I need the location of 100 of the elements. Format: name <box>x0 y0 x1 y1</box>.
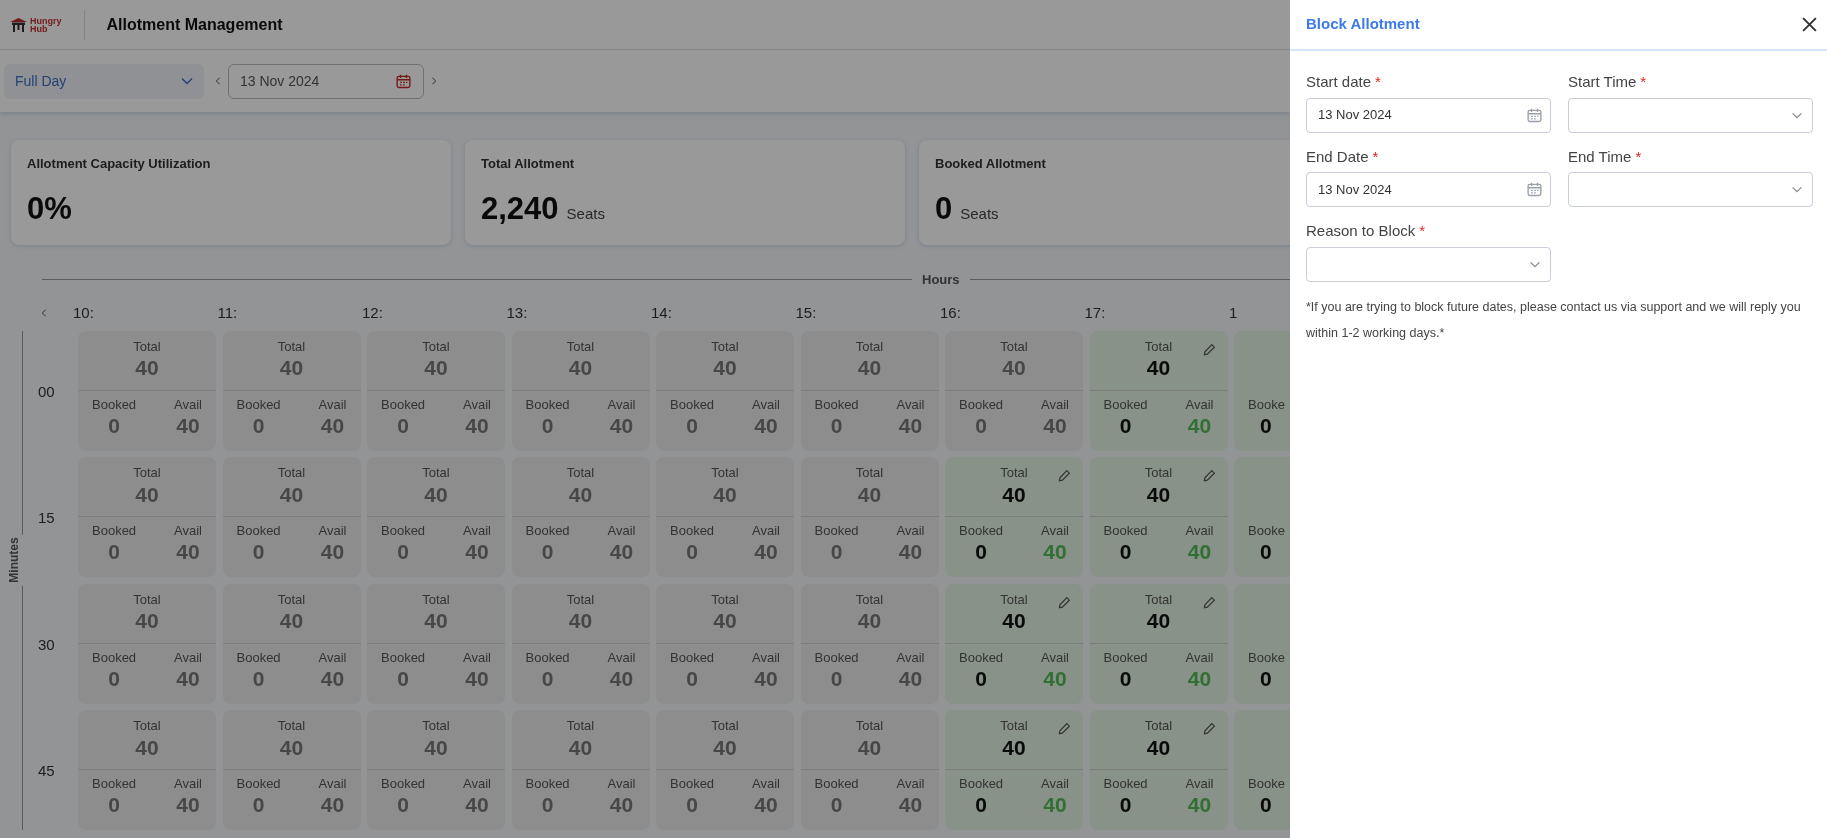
available-label: Avail <box>896 649 925 666</box>
available-count: 40 <box>754 412 778 439</box>
total-count: 40 <box>713 608 737 634</box>
field-label: Reason to Block <box>1306 221 1416 241</box>
slot-card[interactable]: Total 40 Booked 0 Avail 40 <box>945 457 1083 577</box>
total-label: Total <box>133 338 161 355</box>
slot-card[interactable]: Total 40 Booked 0 Avail 40 <box>367 583 505 704</box>
slot-card[interactable]: Total 40 Booked 0 Avail 40 <box>656 583 794 704</box>
total-label: Total <box>277 338 306 355</box>
total-label: Total <box>277 718 306 735</box>
available-count: 40 <box>176 665 200 692</box>
pencil-icon[interactable] <box>1058 722 1071 735</box>
select-field[interactable] <box>1568 172 1813 207</box>
close-icon[interactable] <box>1802 17 1817 32</box>
total-label: Total <box>1000 465 1028 482</box>
required-mark: * <box>1419 221 1426 241</box>
booked-count: 0 <box>108 412 120 439</box>
required-mark: * <box>1635 146 1642 167</box>
slot-card[interactable]: Total 40 Booked 0 Avail 40 <box>1089 583 1228 704</box>
chevron-down-icon <box>1791 186 1803 193</box>
slot-card[interactable]: Total 40 Booked 0 Avail 40 <box>800 583 939 704</box>
booked-label: Booked <box>1103 776 1148 793</box>
select-field[interactable] <box>1568 97 1813 133</box>
logo-icon <box>10 17 27 32</box>
slot-card[interactable]: Total 40 Booked 0 Avail 40 <box>78 710 216 830</box>
field-label: End Date <box>1306 146 1369 167</box>
slot-card[interactable]: Total 40 Booked 0 Avail 40 <box>367 710 505 830</box>
date-field[interactable]: 13 Nov 2024 <box>1306 97 1551 133</box>
slot-card[interactable]: Booke 0 <box>1234 583 1290 704</box>
date-field[interactable]: 13 Nov 2024 <box>228 63 424 99</box>
slot-card[interactable]: Total 40 Booked 0 Avail 40 <box>656 710 794 830</box>
logo-text: Hub <box>30 25 48 33</box>
booked-count: 0 <box>397 792 409 819</box>
dim-overlay[interactable] <box>0 0 1290 838</box>
available-count: 40 <box>898 539 923 566</box>
booked-count: 0 <box>108 539 120 566</box>
slot-card[interactable]: Total 40 Booked 0 Avail 40 <box>222 710 361 830</box>
calendar-icon <box>395 72 412 90</box>
available-count: 40 <box>320 412 345 439</box>
slot-card[interactable]: Total 40 Booked 0 Avail 40 <box>1089 710 1228 830</box>
total-label: Total <box>133 718 161 735</box>
slot-card[interactable]: Total 40 Booked 0 Avail 40 <box>78 457 216 577</box>
total-count: 40 <box>424 608 448 634</box>
available-count: 40 <box>754 665 778 692</box>
available-count: 40 <box>1187 665 1212 692</box>
period-dropdown[interactable]: Full Day <box>4 63 204 99</box>
pencil-icon[interactable] <box>1058 469 1071 482</box>
booked-label: Booked <box>670 396 715 413</box>
pencil-icon[interactable] <box>1202 595 1216 609</box>
available-label: Avail <box>1041 396 1069 413</box>
pencil-icon[interactable] <box>1202 469 1216 482</box>
slot-card[interactable]: Total 40 Booked 0 Avail 40 <box>222 457 361 577</box>
required-mark: * <box>1375 72 1381 92</box>
slot-card[interactable]: Total 40 Booked 0 Avail 40 <box>656 457 794 577</box>
available-label: Avail <box>463 649 491 666</box>
slot-card[interactable]: Total 40 Booked 0 Avail 40 <box>800 710 939 830</box>
slot-card[interactable]: Total 40 Booked 0 Avail 40 <box>945 710 1083 830</box>
slot-card[interactable]: Booke 0 <box>1234 330 1290 451</box>
slot-card[interactable]: Total 40 Booked 0 Avail 40 <box>511 583 650 704</box>
pencil-icon[interactable] <box>1058 595 1071 609</box>
slot-card[interactable]: Total 40 Booked 0 Avail 40 <box>1089 330 1228 451</box>
slot-card[interactable]: Total 40 Booked 0 Avail 40 <box>800 330 939 451</box>
booked-count: 0 <box>397 665 409 692</box>
booked-count: 0 <box>252 665 265 692</box>
date-field[interactable]: 13 Nov 2024 <box>1306 172 1551 207</box>
booked-label: Booked <box>814 396 859 413</box>
slot-card[interactable]: Total 40 Booked 0 Avail 40 <box>78 330 216 451</box>
slot-card[interactable]: Total 40 Booked 0 Avail 40 <box>800 457 939 577</box>
slot-card[interactable]: Total 40 Booked 0 Avail 40 <box>222 583 361 704</box>
slot-card[interactable]: Total 40 Booked 0 Avail 40 <box>367 330 505 451</box>
available-label: Avail <box>752 396 780 413</box>
slot-card[interactable]: Booke 0 <box>1234 710 1290 830</box>
total-label: Total <box>566 718 595 735</box>
total-label: Total <box>1000 591 1028 608</box>
slot-card[interactable]: Total 40 Booked 0 Avail 40 <box>945 330 1083 451</box>
total-count: 40 <box>1146 481 1171 508</box>
available-label: Avail <box>752 649 780 666</box>
pencil-icon[interactable] <box>1202 722 1216 735</box>
slot-card[interactable]: Total 40 Booked 0 Avail 40 <box>367 457 505 577</box>
slot-card[interactable]: Total 40 Booked 0 Avail 40 <box>511 710 650 830</box>
field-label: Start date <box>1306 72 1372 92</box>
slot-card[interactable]: Total 40 Booked 0 Avail 40 <box>511 457 650 577</box>
booked-count: 0 <box>541 539 554 566</box>
select-field[interactable] <box>1306 246 1551 282</box>
required-mark: * <box>1372 146 1379 167</box>
booked-label: Booked <box>959 396 1004 413</box>
hours-axis-label: Hours <box>921 271 961 289</box>
slot-card[interactable]: Total 40 Booked 0 Avail 40 <box>78 583 216 704</box>
available-count: 40 <box>1187 539 1212 566</box>
slot-card[interactable]: Total 40 Booked 0 Avail 40 <box>222 330 361 451</box>
slot-card[interactable]: Booke 0 <box>1234 457 1290 577</box>
available-label: Avail <box>318 396 347 413</box>
slot-card[interactable]: Total 40 Booked 0 Avail 40 <box>945 583 1083 704</box>
slot-card[interactable]: Total 40 Booked 0 Avail 40 <box>511 330 650 451</box>
booked-label: Booked <box>92 776 137 793</box>
available-count: 40 <box>1043 665 1067 692</box>
slot-card[interactable]: Total 40 Booked 0 Avail 40 <box>656 330 794 451</box>
field-label: Start Time <box>1568 72 1637 92</box>
pencil-icon[interactable] <box>1202 342 1216 356</box>
slot-card[interactable]: Total 40 Booked 0 Avail 40 <box>1089 457 1228 577</box>
